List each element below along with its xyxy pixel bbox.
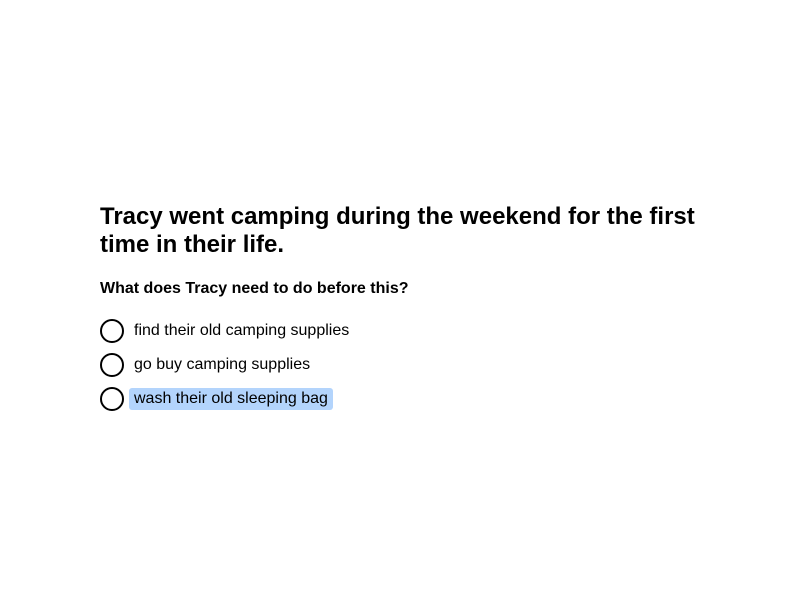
- quiz-panel: Tracy went camping during the weekend fo…: [100, 203, 720, 416]
- answer-option-label[interactable]: go buy camping supplies: [129, 354, 315, 376]
- answer-option-3[interactable]: wash their old sleeping bag: [100, 382, 720, 416]
- answer-options: find their old camping supplies go buy c…: [100, 314, 720, 416]
- radio-button-icon[interactable]: [100, 353, 124, 377]
- answer-option-label[interactable]: wash their old sleeping bag: [129, 388, 333, 410]
- answer-option-1[interactable]: find their old camping supplies: [100, 314, 720, 348]
- answer-option-2[interactable]: go buy camping supplies: [100, 348, 720, 382]
- radio-button-icon[interactable]: [100, 319, 124, 343]
- story-text: Tracy went camping during the weekend fo…: [100, 203, 695, 258]
- answer-option-label[interactable]: find their old camping supplies: [129, 320, 354, 342]
- question-text: What does Tracy need to do before this?: [100, 280, 409, 297]
- radio-button-icon[interactable]: [100, 387, 124, 411]
